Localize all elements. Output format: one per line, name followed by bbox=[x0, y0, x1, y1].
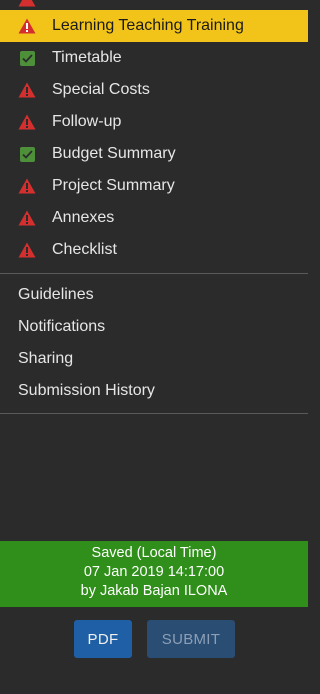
sidebar-item-label: Budget Summary bbox=[52, 145, 176, 162]
warning-triangle-icon bbox=[18, 0, 36, 7]
divider bbox=[0, 273, 308, 274]
sidebar-item-special-costs[interactable]: Special Costs bbox=[0, 74, 308, 106]
warning-triangle-icon bbox=[18, 17, 36, 35]
saved-status-title: Saved (Local Time) bbox=[91, 545, 217, 561]
sidebar-item-label: Checklist bbox=[52, 241, 117, 258]
divider bbox=[0, 413, 308, 414]
sidebar-item-annexes[interactable]: Annexes bbox=[0, 202, 308, 234]
sidebar-item-timetable[interactable]: Timetable bbox=[0, 42, 308, 74]
sidebar-item-label: Learning Teaching Training bbox=[52, 17, 244, 34]
warning-triangle-icon bbox=[18, 113, 36, 131]
sidebar-item-label: Timetable bbox=[52, 49, 122, 66]
sidebar-item-learning-teaching-training[interactable]: Learning Teaching Training bbox=[0, 10, 308, 42]
sidebar-item-checklist[interactable]: Checklist bbox=[0, 234, 308, 266]
sharing-link[interactable]: Sharing bbox=[0, 343, 308, 375]
check-icon bbox=[18, 49, 36, 67]
saved-status-author: by Jakab Bajan ILONA bbox=[80, 583, 228, 599]
sidebar-item-follow-up[interactable]: Follow-up bbox=[0, 106, 308, 138]
sidebar-item-label: Follow-up bbox=[52, 113, 122, 130]
secondary-links: Guidelines Notifications Sharing Submiss… bbox=[0, 279, 308, 407]
warning-triangle-icon bbox=[18, 81, 36, 99]
sidebar-item-label: Special Costs bbox=[52, 81, 150, 98]
sidebar-item-label: Project Summary bbox=[52, 177, 175, 194]
saved-status-timestamp: 07 Jan 2019 14:17:00 bbox=[83, 564, 225, 580]
guidelines-link[interactable]: Guidelines bbox=[0, 279, 308, 311]
warning-triangle-icon bbox=[18, 177, 36, 195]
sidebar-item-project-summary[interactable]: Project Summary bbox=[0, 170, 308, 202]
submit-button[interactable]: SUBMIT bbox=[147, 620, 235, 658]
warning-triangle-icon bbox=[18, 209, 36, 227]
warning-triangle-icon bbox=[18, 241, 36, 259]
pdf-button[interactable]: PDF bbox=[74, 620, 132, 658]
previous-item-partial bbox=[0, 0, 308, 9]
notifications-link[interactable]: Notifications bbox=[0, 311, 308, 343]
check-icon bbox=[18, 145, 36, 163]
sidebar-item-budget-summary[interactable]: Budget Summary bbox=[0, 138, 308, 170]
submission-history-link[interactable]: Submission History bbox=[0, 375, 308, 407]
sidebar-nav: Learning Teaching Training Timetable Spe… bbox=[0, 10, 308, 266]
saved-status-banner: Saved (Local Time) 07 Jan 2019 14:17:00 … bbox=[0, 541, 308, 607]
sidebar-item-label: Annexes bbox=[52, 209, 115, 226]
